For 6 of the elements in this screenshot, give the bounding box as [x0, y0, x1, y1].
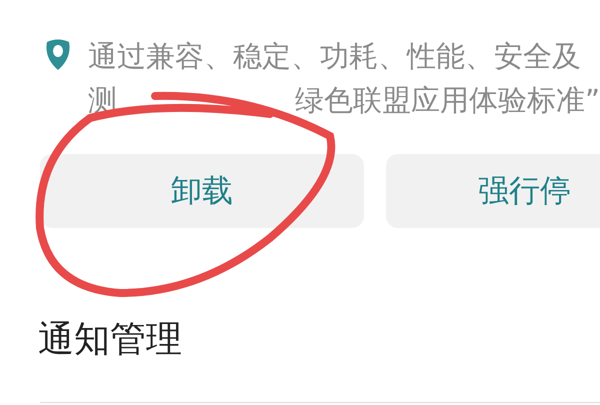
notice-text: 通过兼容、稳定、功耗、性能、安全及	[88, 38, 582, 75]
notice-text: 绿色联盟应用体验标准”	[295, 82, 600, 119]
shield-icon	[44, 38, 72, 72]
uninstall-button[interactable]: 卸载	[40, 154, 364, 228]
section-title: 通知管理	[38, 318, 183, 362]
force-stop-button[interactable]: 强行停	[386, 154, 600, 228]
